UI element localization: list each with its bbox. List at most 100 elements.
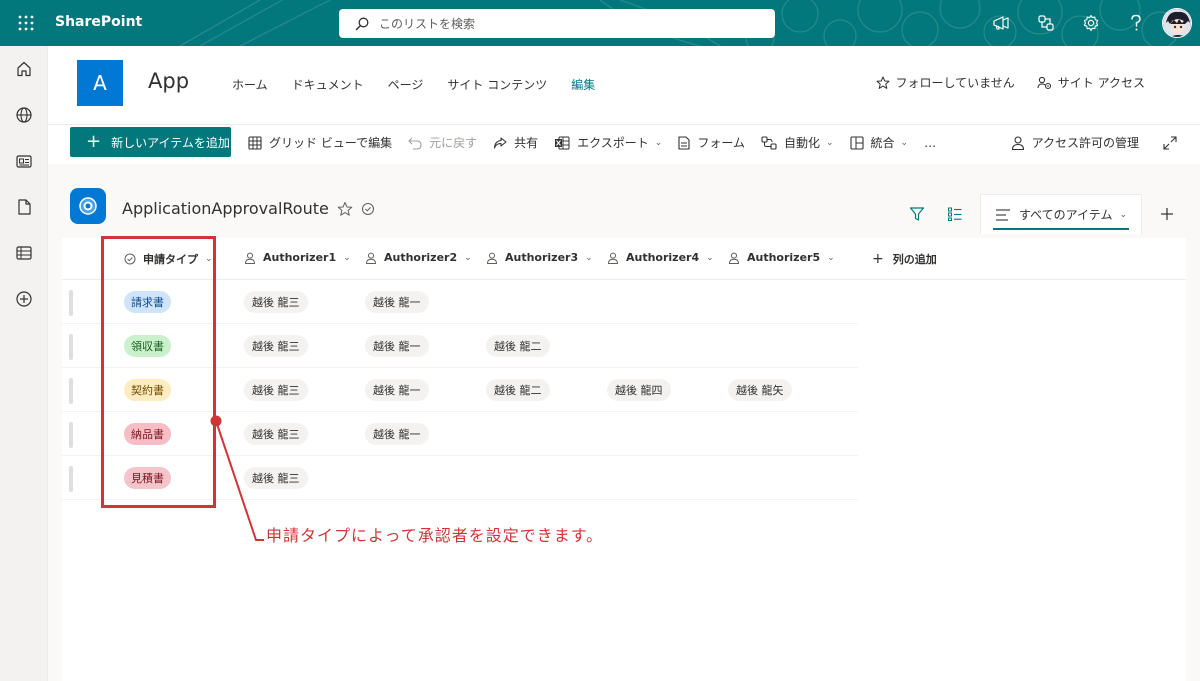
forms-button[interactable]: フォーム <box>678 134 745 151</box>
left-app-bar <box>0 46 48 681</box>
add-view-button[interactable] <box>1148 196 1186 232</box>
column-header-authorizer4[interactable]: Authorizer4 ⌄ <box>607 251 714 264</box>
nav-site-contents[interactable]: サイト コンテンツ <box>447 76 547 93</box>
rail-news-button[interactable] <box>0 138 48 184</box>
new-item-button[interactable]: + 新しいアイテムを追加 <box>70 127 231 157</box>
export-button[interactable]: エクスポート ⌄ <box>554 134 662 151</box>
feedback-button[interactable] <box>978 0 1023 46</box>
copilot-button[interactable] <box>1023 0 1068 46</box>
person-chip[interactable]: 越後 龍一 <box>365 291 429 313</box>
share-button[interactable]: 共有 <box>493 134 538 151</box>
site-title[interactable]: App <box>148 69 189 93</box>
person-chip[interactable]: 越後 龍四 <box>607 379 671 401</box>
new-item-label: 新しいアイテムを追加 <box>111 135 230 150</box>
site-access-button[interactable]: サイト アクセス <box>1037 74 1145 91</box>
row-select-handle[interactable] <box>69 378 73 404</box>
column-header-label: Authorizer2 <box>384 251 458 264</box>
globe-icon <box>16 107 32 123</box>
site-logo[interactable]: A <box>77 60 123 106</box>
site-navigation: ホーム ドキュメント ページ サイト コンテンツ 編集 <box>232 76 619 93</box>
person-chip[interactable]: 越後 龍三 <box>244 335 308 357</box>
column-header-authorizer1[interactable]: Authorizer1 ⌄ <box>244 251 351 264</box>
row-select-handle[interactable] <box>69 466 73 492</box>
chevron-down-icon: ⌄ <box>900 137 909 148</box>
share-icon <box>494 136 507 149</box>
rail-create-button[interactable] <box>0 276 48 322</box>
app-name-link[interactable]: SharePoint <box>55 14 142 30</box>
nav-documents[interactable]: ドキュメント <box>292 76 364 93</box>
command-bar: + 新しいアイテムを追加 グリッド ビューで編集 元に戻す 共有 エクスポート … <box>48 124 1200 164</box>
automate-button[interactable]: 自動化 ⌄ <box>761 134 834 151</box>
chevron-down-icon: ⌄ <box>825 137 834 148</box>
rail-home-button[interactable] <box>0 46 48 92</box>
user-avatar[interactable] <box>1162 8 1192 38</box>
person-icon <box>1011 135 1024 150</box>
add-column-button[interactable]: + 列の追加 <box>872 251 937 267</box>
lines-icon <box>995 208 1010 221</box>
app-launcher-button[interactable] <box>8 5 44 41</box>
search-box[interactable]: このリストを検索 <box>339 9 775 38</box>
row-select-handle[interactable] <box>69 290 73 316</box>
manage-access-label: アクセス許可の管理 <box>1031 136 1139 150</box>
chevron-down-icon: ⌄ <box>706 252 714 263</box>
person-chip[interactable]: 越後 龍一 <box>365 379 429 401</box>
nav-pages[interactable]: ページ <box>388 76 424 93</box>
star-outline-icon <box>337 201 353 216</box>
follow-button[interactable]: フォローしていません <box>876 74 1015 91</box>
megaphone-icon <box>992 16 1009 30</box>
undo-button[interactable]: 元に戻す <box>408 134 477 151</box>
column-header-label: Authorizer4 <box>626 251 700 264</box>
people-settings-icon <box>1037 76 1051 89</box>
star-outline-icon <box>876 76 889 89</box>
person-chip[interactable]: 越後 龍三 <box>244 291 308 313</box>
person-chip[interactable]: 越後 龍一 <box>365 335 429 357</box>
grid-edit-button[interactable]: グリッド ビューで編集 <box>248 134 392 151</box>
person-chip[interactable]: 越後 龍一 <box>365 423 429 445</box>
list-app-icon <box>79 197 97 215</box>
settings-button[interactable] <box>1068 0 1113 46</box>
site-header: A App ホーム ドキュメント ページ サイト コンテンツ 編集 フォローして… <box>48 46 1200 124</box>
person-chip[interactable]: 越後 龍二 <box>486 379 550 401</box>
view-tab-all-items[interactable]: すべてのアイテム ⌄ <box>979 194 1142 234</box>
person-chip[interactable]: 越後 龍三 <box>244 423 308 445</box>
view-options-button[interactable] <box>936 196 974 232</box>
document-icon <box>18 199 31 215</box>
more-commands-button[interactable]: … <box>924 136 936 150</box>
rail-files-button[interactable] <box>0 184 48 230</box>
person-chip[interactable]: 越後 龍三 <box>244 467 308 489</box>
annotation-text: 申請タイプによって承認者を設定できます。 <box>266 526 604 545</box>
grid-header: 申請タイプ ⌄ Authorizer1 ⌄ Authorizer2 ⌄ Auth… <box>62 238 1186 280</box>
row-select-handle[interactable] <box>69 334 73 360</box>
search-input[interactable]: このリストを検索 <box>379 15 475 32</box>
help-button[interactable] <box>1113 0 1158 46</box>
list-options-icon <box>947 207 962 221</box>
filter-button[interactable] <box>898 196 936 232</box>
person-chip[interactable]: 越後 龍二 <box>486 335 550 357</box>
share-label: 共有 <box>514 136 539 150</box>
rail-sites-button[interactable] <box>0 92 48 138</box>
person-icon <box>365 252 377 264</box>
chevron-down-icon: ⌄ <box>343 252 351 263</box>
suite-bar: SharePoint このリストを検索 <box>0 0 1200 46</box>
row-select-handle[interactable] <box>69 422 73 448</box>
list-title-text[interactable]: ApplicationApprovalRoute <box>122 199 329 218</box>
person-chip[interactable]: 越後 龍三 <box>244 379 308 401</box>
automate-label: 自動化 <box>783 136 820 150</box>
favorite-button[interactable] <box>337 201 353 217</box>
list-info-button[interactable] <box>361 202 375 216</box>
list-header: ApplicationApprovalRoute すべてのアイテム ⌄ <box>62 182 1186 238</box>
form-document-icon <box>678 135 690 150</box>
plus-icon: + <box>86 131 102 152</box>
column-header-authorizer2[interactable]: Authorizer2 ⌄ <box>365 251 472 264</box>
nav-home[interactable]: ホーム <box>232 76 268 93</box>
integrate-button[interactable]: 統合 ⌄ <box>849 134 909 151</box>
forms-label: フォーム <box>697 136 745 150</box>
manage-access-button[interactable]: アクセス許可の管理 <box>1011 134 1139 151</box>
column-header-authorizer5[interactable]: Authorizer5 ⌄ <box>728 251 835 264</box>
list-icon <box>70 188 106 224</box>
person-chip[interactable]: 越後 龍矢 <box>728 379 792 401</box>
rail-lists-button[interactable] <box>0 230 48 276</box>
nav-edit[interactable]: 編集 <box>571 76 595 93</box>
expand-button[interactable] <box>1163 135 1184 150</box>
column-header-authorizer3[interactable]: Authorizer3 ⌄ <box>486 251 593 264</box>
